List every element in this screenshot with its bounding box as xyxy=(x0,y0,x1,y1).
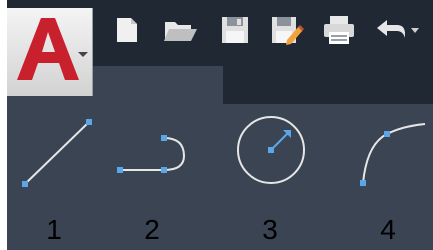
new-file-icon[interactable] xyxy=(111,14,143,46)
polyline-tool[interactable]: 2 xyxy=(107,114,197,245)
ribbon-tab-bar xyxy=(223,66,433,104)
save-as-icon[interactable] xyxy=(269,14,305,46)
tool-number-1: 1 xyxy=(46,214,62,245)
tool-number-4: 4 xyxy=(380,214,396,245)
undo-dropdown-arrow-icon xyxy=(411,28,419,33)
ribbon-tab-active[interactable] xyxy=(105,66,223,104)
tool-number-3: 3 xyxy=(262,214,278,245)
polyline-icon xyxy=(117,135,186,173)
autocad-window: A xyxy=(7,0,433,250)
undo-icon[interactable] xyxy=(373,14,423,46)
chevron-down-icon xyxy=(78,52,88,57)
circle-tool[interactable]: 3 xyxy=(225,114,315,245)
arc-tool[interactable]: 4 xyxy=(343,114,433,245)
line-icon xyxy=(22,119,92,187)
draw-panel: 1 2 3 4 xyxy=(7,104,433,250)
circle-icon xyxy=(237,116,305,184)
application-menu-button[interactable]: A xyxy=(7,8,93,96)
line-tool[interactable]: 1 xyxy=(9,114,99,245)
print-icon[interactable] xyxy=(321,14,354,46)
arc-icon xyxy=(360,123,426,186)
save-icon[interactable] xyxy=(219,14,251,46)
tool-number-2: 2 xyxy=(144,214,160,245)
open-folder-icon[interactable] xyxy=(163,14,197,46)
